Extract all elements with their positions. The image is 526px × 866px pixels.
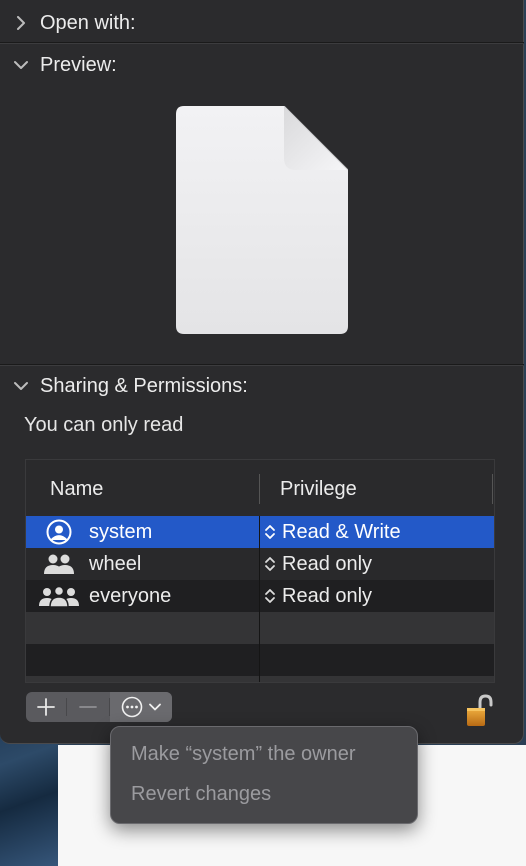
up-down-arrows-icon (264, 555, 276, 573)
column-separator[interactable] (259, 474, 260, 504)
privilege-popup[interactable]: Read only (260, 548, 494, 580)
permission-status-text: You can only read (24, 414, 184, 436)
privilege-popup[interactable]: Read & Write (260, 516, 494, 548)
table-header: Name Privilege (26, 460, 494, 517)
document-preview-icon (176, 105, 349, 334)
column-header-name[interactable]: Name (50, 460, 103, 516)
menu-item-make-owner[interactable]: Make “system” the owner (131, 743, 356, 766)
empty-row (26, 612, 494, 644)
open-with-title: Open with: (40, 11, 136, 34)
preview-title: Preview: (40, 53, 117, 76)
sharing-permissions-title: Sharing & Permissions: (40, 374, 248, 397)
permissions-table: Name Privilege system Read & Write wheel… (25, 459, 495, 683)
name-cell: wheel (26, 548, 259, 580)
empty-row (26, 676, 494, 682)
privilege-value: Read & Write (282, 520, 401, 543)
permission-controls (26, 692, 172, 722)
chevron-down-icon[interactable] (14, 58, 28, 72)
column-header-privilege[interactable]: Privilege (280, 460, 357, 516)
up-down-arrows-icon (264, 523, 276, 541)
unlocked-padlock-icon[interactable] (465, 694, 493, 728)
group-icon (36, 548, 82, 580)
column-separator[interactable] (492, 474, 493, 504)
open-with-header[interactable]: Open with: (0, 2, 524, 44)
remove-button[interactable] (67, 692, 109, 722)
get-info-window: Open with: Preview: Sharing & Permission… (0, 0, 524, 744)
divider (0, 42, 524, 43)
name-cell: everyone (26, 580, 259, 612)
table-row[interactable]: system Read & Write (26, 516, 494, 548)
user-circle-icon (36, 516, 82, 548)
chevron-down-icon (149, 703, 161, 711)
chevron-down-icon[interactable] (14, 379, 28, 393)
empty-row (26, 644, 494, 676)
column-divider (259, 516, 260, 682)
everyone-icon (36, 580, 82, 612)
user-name: everyone (89, 584, 172, 607)
user-name: system (89, 520, 153, 543)
action-menu: Make “system” the owner Revert changes (110, 726, 418, 824)
table-row[interactable]: wheel Read only (26, 548, 494, 580)
ellipsis-circle-icon (121, 696, 143, 718)
chevron-right-icon[interactable] (14, 16, 28, 30)
sharing-permissions-header[interactable]: Sharing & Permissions: (0, 365, 524, 407)
preview-header[interactable]: Preview: (0, 44, 524, 86)
privilege-popup[interactable]: Read only (260, 580, 494, 612)
privilege-value: Read only (282, 584, 373, 607)
menu-item-revert-changes[interactable]: Revert changes (131, 783, 271, 806)
up-down-arrows-icon (264, 587, 276, 605)
name-cell: system (26, 516, 259, 548)
user-name: wheel (89, 552, 142, 575)
privilege-value: Read only (282, 552, 373, 575)
table-row[interactable]: everyone Read only (26, 580, 494, 612)
add-button[interactable] (26, 692, 66, 722)
action-menu-button[interactable] (110, 692, 172, 722)
